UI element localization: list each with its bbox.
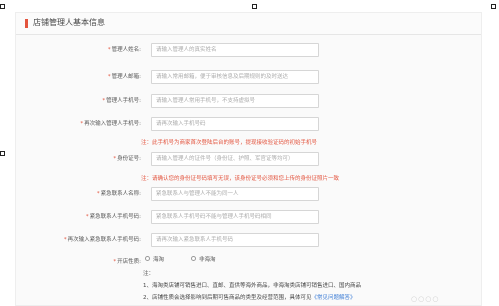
note-line-2: 2、店铺性质会选择影响到后期可售商品的类型及经营范围，具体可见《常见问题解答》 xyxy=(143,293,356,301)
note-line-1: 1、海淘类店铺可销售进口、直邮、直供等海外商品，非海淘类店铺可销售进口、国内商品 xyxy=(143,283,362,289)
watermark-icon: ○○○○ xyxy=(411,295,440,303)
phone-input[interactable] xyxy=(151,94,319,108)
email-input[interactable] xyxy=(151,70,319,84)
form-row-emergency-name: *紧急联系人名称: xyxy=(16,187,481,201)
required-icon: * xyxy=(96,191,100,197)
required-icon: * xyxy=(107,47,111,53)
radio-haitao-label[interactable]: 海淘 xyxy=(153,255,164,263)
emergency-phone-confirm-input[interactable] xyxy=(151,233,319,247)
section-header: 店铺管理人基本信息 xyxy=(16,13,481,35)
form-row-name: *管理人姓名: xyxy=(16,43,481,57)
name-input[interactable] xyxy=(151,43,319,57)
phone-confirm-label: *再次输入管理人手机号: xyxy=(80,121,141,127)
required-icon: * xyxy=(113,156,117,162)
resize-handle-top-left[interactable] xyxy=(0,4,5,9)
phone-confirm-input[interactable] xyxy=(151,117,319,131)
faq-link[interactable]: 《常见问题解答》 xyxy=(312,295,356,301)
form-row-phone: *管理人手机号: xyxy=(16,94,481,108)
radio-non-haitao[interactable] xyxy=(191,256,196,261)
required-icon: * xyxy=(107,74,111,80)
form-row-idcard: *身份证号: xyxy=(16,152,481,166)
radio-haitao[interactable] xyxy=(145,256,150,261)
form-row-emergency-phone: *紧急联系人手机号码: xyxy=(16,210,481,224)
idcard-hint: 注：请确认您的身份证号码填写无误，该身份证号必须和您上传的身份证照片一致 xyxy=(141,176,340,182)
phone-label: *管理人手机号: xyxy=(102,98,141,104)
emergency-name-label: *紧急联系人名称: xyxy=(96,191,141,197)
resize-handle-top-center[interactable] xyxy=(252,4,257,9)
required-icon: * xyxy=(102,98,106,104)
idcard-input[interactable] xyxy=(151,152,319,166)
email-label: *管理人邮箱: xyxy=(107,74,141,80)
required-icon: * xyxy=(80,121,84,127)
manager-info-panel: 店铺管理人基本信息 *管理人姓名: *管理人邮箱: *管理人手机号: *再次输入… xyxy=(15,12,482,306)
emergency-phone-label: *紧急联系人手机号码: xyxy=(85,214,141,220)
radio-non-haitao-label[interactable]: 非海淘 xyxy=(199,255,216,263)
name-label: *管理人姓名: xyxy=(107,47,141,53)
section-accent-bar xyxy=(25,19,28,28)
section-title: 店铺管理人基本信息 xyxy=(33,18,105,27)
required-icon: * xyxy=(113,259,117,265)
resize-handle-middle-left[interactable] xyxy=(0,151,5,156)
form-row-phone-confirm: *再次输入管理人手机号: xyxy=(16,117,481,131)
emergency-name-input[interactable] xyxy=(151,187,319,201)
emergency-phone-confirm-label: *再次输入紧急联系人手机号码: xyxy=(63,237,141,243)
form-row-store-type: *开店性质: 海淘 非海淘 xyxy=(16,255,481,269)
phone-hint: 注：此手机号为商家首次登陆后台的账号，提现接收验证码的初始手机号 xyxy=(141,140,318,146)
store-type-label: *开店性质: xyxy=(113,259,141,265)
notes-title: 注： xyxy=(143,271,155,277)
form-row-emergency-phone-confirm: *再次输入紧急联系人手机号码: xyxy=(16,233,481,247)
form-row-email: *管理人邮箱: xyxy=(16,70,481,84)
required-icon: * xyxy=(85,214,89,220)
note-line-2-text: 2、店铺性质会选择影响到后期可售商品的类型及经营范围，具体可见 xyxy=(143,295,312,301)
idcard-label: *身份证号: xyxy=(113,156,141,162)
resize-handle-top-right[interactable] xyxy=(491,4,496,9)
emergency-phone-input[interactable] xyxy=(151,210,319,224)
required-icon: * xyxy=(63,237,67,243)
